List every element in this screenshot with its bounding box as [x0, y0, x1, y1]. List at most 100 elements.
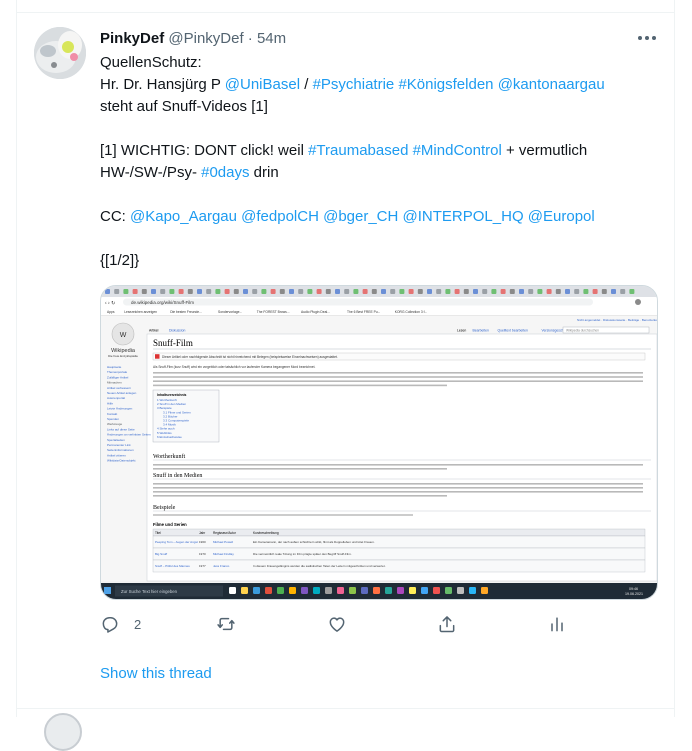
wiki-h-filme: Filme und Serien: [153, 522, 187, 527]
hashtag-link[interactable]: #Psychiatrie: [313, 76, 395, 93]
warning-icon: [155, 354, 160, 359]
browser-tab-favicon: [298, 289, 304, 294]
text-line-placeholder: [153, 464, 643, 466]
wiki-toc-title: Inhaltsverzeichnis: [157, 393, 187, 397]
browser-tab-favicon: [473, 289, 478, 294]
wiki-page-title: Snuff-Film: [153, 338, 193, 348]
like-button[interactable]: [327, 612, 361, 636]
wiki-notice: Dieser Artikel oder nachfolgende Abschni…: [162, 355, 338, 359]
browser-tab-favicon: [436, 289, 442, 294]
text-line-placeholder: [153, 491, 643, 493]
more-options-icon[interactable]: [636, 28, 658, 48]
svg-text:W: W: [120, 332, 127, 339]
wiki-table-header: Jahr: [199, 531, 206, 535]
wiki-toc-item: 6 Einzelnachweise: [157, 435, 182, 439]
bookmark-item: Die besten Freunde...: [170, 310, 202, 314]
wiki-sidebar-link: Seiteninformationen: [107, 448, 134, 452]
tweet-timestamp[interactable]: 54m: [257, 30, 286, 47]
taskbar-app-icon: [457, 587, 464, 594]
author-name[interactable]: PinkyDef: [100, 30, 164, 47]
wiki-tagline: Die freie Enzyklopädie: [108, 354, 138, 358]
wiki-table-cell: Snuff – Pitiful des Mannes: [155, 564, 190, 568]
browser-tab-favicon: [565, 289, 570, 294]
wiki-table-cell: Jess Franco: [213, 564, 230, 568]
taskbar-app-icon: [349, 587, 356, 594]
wiki-sidebar-link: Permanenter Link: [107, 443, 131, 447]
tweet-actions: 2: [100, 612, 580, 636]
analytics-button[interactable]: [547, 612, 567, 636]
wiki-sidebar-link: Mitmachen: [107, 381, 122, 385]
author-avatar[interactable]: [34, 27, 86, 79]
browser-tab-favicon: [546, 289, 552, 294]
browser-tab-favicon: [629, 289, 635, 294]
browser-tab-favicon: [141, 289, 147, 294]
browser-tab-favicon: [178, 289, 184, 294]
taskbar-app-icon: [253, 587, 260, 594]
show-thread-link[interactable]: Show this thread: [100, 664, 212, 684]
taskbar-app-icon: [277, 587, 284, 594]
next-tweet-avatar[interactable]: [44, 713, 82, 751]
hashtag-link[interactable]: #MindControl: [413, 142, 502, 159]
browser-tab-favicon: [463, 289, 469, 294]
mention-link[interactable]: @Kapo_Aargau: [130, 208, 237, 225]
text-line-placeholder: [153, 468, 447, 470]
taskbar-app-icon: [265, 587, 272, 594]
wiki-table-cell: 1960: [199, 540, 206, 544]
tweet-text-segment: + vermutlich: [501, 142, 588, 159]
author-handle[interactable]: @PinkyDef: [168, 30, 243, 47]
mention-link[interactable]: @fedpolCH: [241, 208, 319, 225]
browser-tab-favicon: [307, 289, 313, 294]
browser-tab-favicon: [509, 289, 515, 294]
heart-icon: [329, 617, 345, 632]
retweet-button[interactable]: [216, 612, 250, 636]
hashtag-link[interactable]: #0days: [201, 164, 249, 181]
browser-tab-favicon: [279, 289, 285, 294]
wiki-tab: Bearbeiten: [473, 329, 490, 333]
mention-link[interactable]: @INTERPOL_HQ: [403, 208, 524, 225]
tweet-line: [1] WICHTIG: DONT click! weil #Traumabas…: [100, 140, 660, 162]
wiki-intro: Als Snuff-Film (kurz Snuff) wird ein vor…: [153, 365, 315, 369]
hashtag-link[interactable]: #Traumabased: [308, 142, 408, 159]
hashtag-link[interactable]: #Königsfelden: [398, 76, 493, 93]
tweet-text: QuellenSchutz: Hr. Dr. Hansjürg P @UniBas…: [100, 52, 660, 272]
browser-nav-icons: ‹ › ↻: [105, 301, 115, 307]
browser-tab-favicon: [611, 289, 616, 294]
reply-button[interactable]: 2: [100, 612, 141, 636]
avatar-image: [34, 27, 86, 79]
browser-tab-favicon: [316, 289, 322, 294]
tweet-text-segment: steht auf Snuff-Videos [1]: [100, 98, 268, 115]
browser-tab-favicon: [454, 289, 460, 294]
share-button[interactable]: [437, 612, 457, 636]
media-screenshot: .t { font-family:"Liberation Sans", sans…: [101, 286, 657, 599]
text-line-placeholder: [153, 376, 643, 378]
browser-tab-favicon: [169, 289, 175, 294]
bookmark-item: Apps: [107, 310, 115, 314]
timeline-left-border: [16, 0, 17, 717]
text-line-placeholder: [153, 372, 643, 374]
wiki-sidebar-link: Links auf diese Seite: [107, 427, 135, 431]
wiki-sidebar-link: Werkzeuge: [107, 422, 122, 426]
wiki-search-placeholder: Wikipedia durchsuchen: [566, 329, 599, 333]
wiki-personal-tools: Nicht angemeldet · Diskussionsseite · Be…: [577, 318, 657, 322]
tweet-line: Hr. Dr. Hansjürg P @UniBasel / #Psychiat…: [100, 74, 660, 96]
mention-link[interactable]: @Europol: [528, 208, 595, 225]
mention-link[interactable]: @UniBasel: [225, 76, 300, 93]
tweet-line: CC: @Kapo_Aargau @fedpolCH @bger_CH @INT…: [100, 206, 660, 228]
wiki-sidebar-link: Artikel verbessern: [107, 386, 131, 390]
browser-tab-favicon: [353, 289, 359, 294]
browser-tab-favicon: [500, 289, 506, 294]
wiki-sidebar-link: Spenden: [107, 417, 119, 421]
wiki-table-header: Kurzbeschreibung: [253, 531, 279, 535]
browser-tab-favicon: [243, 289, 248, 294]
browser-tab-favicon: [601, 289, 607, 294]
bookmarks-list: Apps Lesezeichen anzeigen Die besten Freun…: [107, 310, 427, 314]
browser-tab-favicon: [187, 289, 193, 294]
taskbar-app-icon: [469, 587, 476, 594]
retweet-icon: [217, 617, 235, 631]
tweet-media-image[interactable]: .t { font-family:"Liberation Sans", sans…: [100, 285, 658, 600]
bookmark-item: The FOREST Brows...: [257, 310, 290, 314]
mention-link[interactable]: @kantonaargau: [498, 76, 605, 93]
bookmark-item: Lesezeichen anzeigen: [124, 310, 157, 314]
tweet-text-segment: QuellenSchutz:: [100, 54, 202, 71]
mention-link[interactable]: @bger_CH: [323, 208, 398, 225]
